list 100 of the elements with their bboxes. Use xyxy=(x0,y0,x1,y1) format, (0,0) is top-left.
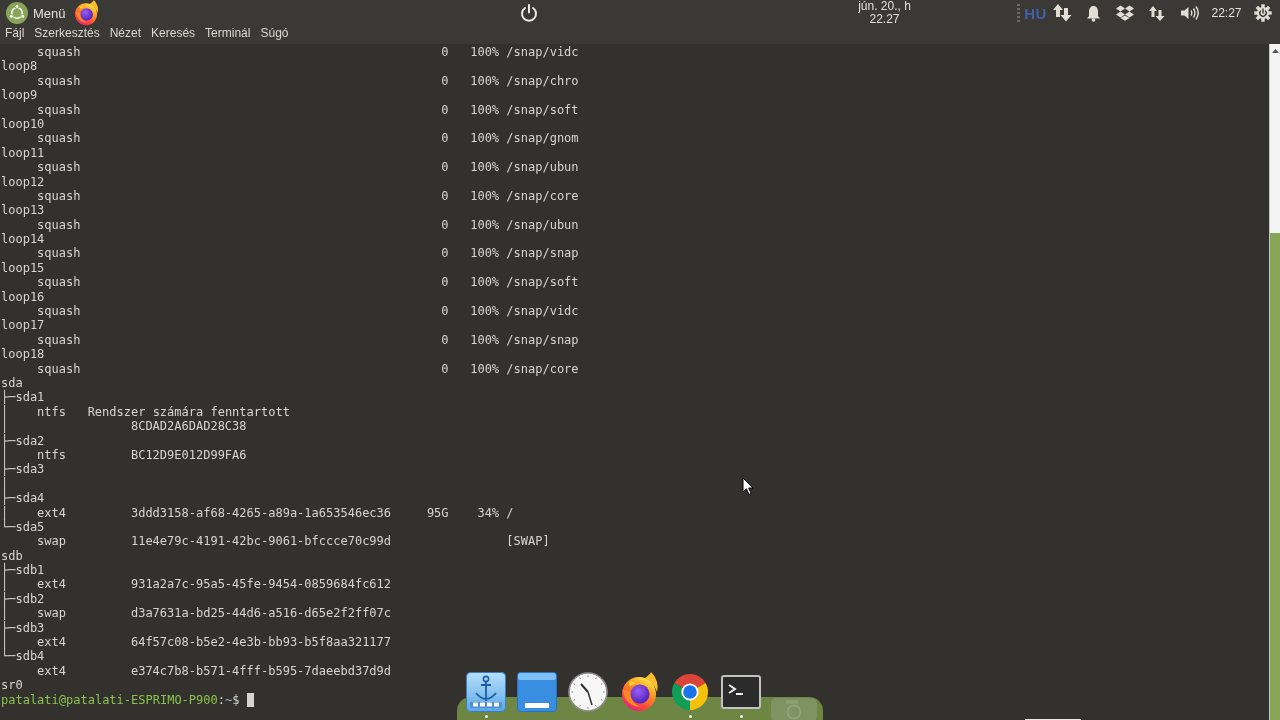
use-percent: 100% xyxy=(470,73,500,89)
scroll-up-arrow-icon[interactable] xyxy=(1271,49,1279,53)
anchor-icon[interactable] xyxy=(466,672,506,712)
tree-branch: ├─ xyxy=(1,563,16,578)
use-percent: 100% xyxy=(470,131,500,146)
device-name: loop16 xyxy=(1,289,45,305)
filesystem-type: ext4 xyxy=(37,663,66,679)
tree-branch: ├─ xyxy=(1,491,16,506)
use-percent: 100% xyxy=(470,246,500,261)
menu-item[interactable]: Súgó xyxy=(260,26,289,40)
text-cursor xyxy=(246,692,254,707)
tree-branch: │ xyxy=(1,577,9,592)
mount-point: / xyxy=(506,505,514,520)
gear-icon[interactable] xyxy=(1254,4,1272,22)
filesystem-type: ext4 xyxy=(37,577,66,592)
free-space: 0 xyxy=(441,131,449,146)
free-space: 95G xyxy=(426,505,449,520)
filesystem-type: swap xyxy=(37,534,66,549)
device-name: sdb3 xyxy=(15,620,45,636)
use-percent: 100% xyxy=(470,361,500,376)
uuid-text: e374c7b8-b571-4fff-b595-7daeebd37d9d xyxy=(130,663,392,679)
uuid-text: 11e4e79c-4191-42bc-9061-bfccce70c99d xyxy=(130,534,392,549)
filesystem-type: squash xyxy=(37,361,81,376)
device-name: sdb4 xyxy=(15,649,45,664)
use-percent: 100% xyxy=(470,275,500,290)
use-percent: 100% xyxy=(470,188,500,204)
tree-branch: └─ xyxy=(1,519,16,535)
use-percent: 100% xyxy=(470,304,500,319)
uuid-text: d3a7631a-bd25-44d6-a516-d65e2f2ff07c xyxy=(130,606,392,621)
device-name: sda3 xyxy=(15,462,45,477)
mount-point: /snap/gnom xyxy=(506,131,579,146)
tree-branch: │ xyxy=(1,404,9,419)
clock-date: jún. 20., h xyxy=(858,0,911,13)
bell-icon[interactable] xyxy=(1085,4,1101,22)
menu-item[interactable]: Fájl xyxy=(5,26,25,40)
scrollbar-thumb[interactable] xyxy=(1270,233,1280,720)
filesystem-type: squash xyxy=(37,304,81,319)
uuid-text: 8CDAD2A6DAD28C38 xyxy=(130,419,247,434)
scrollbar[interactable] xyxy=(1269,44,1280,720)
menu-item[interactable]: Nézet xyxy=(109,26,142,40)
filesystem-type: squash xyxy=(37,102,81,117)
tree-branch: │ xyxy=(1,419,9,434)
device-name: sdb1 xyxy=(15,563,45,578)
updown-arrows-icon[interactable] xyxy=(1149,5,1165,21)
device-name: sda4 xyxy=(15,491,45,506)
mount-point: /snap/ubun xyxy=(506,217,579,233)
free-space: 0 xyxy=(441,246,449,261)
device-name: sda xyxy=(1,376,23,390)
filesystem-type: squash xyxy=(37,73,81,89)
device-name: sdb xyxy=(1,548,23,563)
filesystem-type: squash xyxy=(37,131,81,146)
uuid-text: 931a2a7c-95a5-45fe-9454-0859684fc612 xyxy=(130,577,392,592)
free-space: 0 xyxy=(441,160,449,175)
filesystem-type: squash xyxy=(37,45,81,60)
menu-button[interactable]: Menü xyxy=(6,1,66,25)
volume-label: Rendszer számára fenntartott xyxy=(87,404,290,420)
tree-branch: │ xyxy=(1,447,9,462)
filesystem-type: squash xyxy=(37,160,81,175)
filesystem-type: squash xyxy=(37,188,81,204)
tree-branch: │ xyxy=(1,505,9,520)
menu-item[interactable]: Terminál xyxy=(205,26,251,40)
fox-globe-icon[interactable] xyxy=(72,0,99,26)
free-space: 0 xyxy=(441,361,449,376)
tray-clock[interactable]: 22:27 xyxy=(1211,6,1242,20)
window-icon[interactable] xyxy=(517,672,557,712)
filesystem-type: squash xyxy=(37,246,81,261)
terminal-icon[interactable] xyxy=(721,672,761,712)
free-space: 0 xyxy=(441,275,449,290)
menu-item[interactable]: Szerkesztés xyxy=(34,26,100,40)
device-name: loop11 xyxy=(1,145,45,161)
mount-point: /snap/ubun xyxy=(506,160,579,175)
box-logo-icon[interactable] xyxy=(1116,5,1134,21)
free-space: 0 xyxy=(441,45,449,60)
ring-logo-icon xyxy=(6,2,28,24)
drag-handle-icon[interactable] xyxy=(1017,4,1020,22)
speaker-icon[interactable] xyxy=(1180,5,1200,21)
use-percent: 100% xyxy=(470,160,500,175)
device-name: sdb2 xyxy=(15,591,45,607)
menu-item[interactable]: Keresés xyxy=(151,26,196,40)
device-name: loop10 xyxy=(1,116,45,132)
use-percent: 100% xyxy=(470,332,500,348)
tree-branch: ├─ xyxy=(1,620,16,635)
mount-point: /snap/soft xyxy=(506,102,579,117)
mount-point: /snap/vidc xyxy=(506,45,579,60)
transfer-arrows-icon[interactable] xyxy=(1053,4,1072,22)
mouse-pointer-icon xyxy=(742,477,754,496)
mount-point: /snap/vidc xyxy=(506,304,579,319)
uuid-text: 64f57c08-b5e2-4e3b-bb93-b5f8aa321177 xyxy=(130,635,392,650)
tree-branch: ├─ xyxy=(1,591,16,606)
power-icon[interactable] xyxy=(519,4,538,22)
clock-icon[interactable] xyxy=(568,672,608,712)
free-space: 0 xyxy=(441,304,449,319)
free-space: 0 xyxy=(441,188,449,204)
segmented-ring-icon[interactable] xyxy=(670,672,710,712)
shell-prompt: patalati@patalati-ESPRIMO-P900:~$ xyxy=(1,692,240,707)
fox-globe-icon[interactable] xyxy=(619,672,659,712)
mount-point: /snap/chro xyxy=(506,73,579,89)
device-name: sr0 xyxy=(1,678,23,693)
device-name: loop15 xyxy=(1,260,45,276)
tree-branch: ├─ xyxy=(1,462,16,477)
